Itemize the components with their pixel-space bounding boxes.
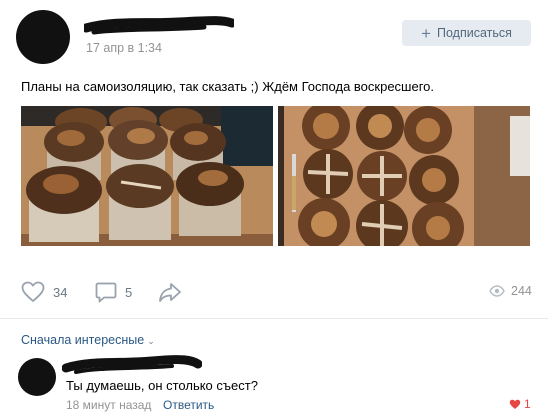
subscribe-button[interactable]: + Подписаться — [402, 20, 531, 46]
plus-icon: + — [421, 23, 432, 43]
comment-count: 5 — [125, 284, 133, 300]
post-timestamp[interactable]: 17 апр в 1:34 — [86, 41, 162, 55]
reply-link[interactable]: Ответить — [163, 398, 214, 412]
views-counter: 244 — [489, 284, 532, 298]
comment-text: Ты думаешь, он столько съест? — [66, 378, 258, 393]
eye-icon — [489, 285, 505, 297]
author-avatar[interactable] — [16, 10, 70, 64]
comment-timestamp[interactable]: 18 минут назад — [66, 398, 151, 412]
comment-like-button[interactable]: 1 — [509, 397, 531, 411]
like-button[interactable]: 34 — [21, 281, 67, 303]
post-photo-2[interactable] — [278, 106, 530, 246]
sort-label: Сначала интересные — [21, 333, 145, 347]
author-name-redacted — [84, 16, 234, 35]
heart-icon — [21, 281, 45, 302]
chevron-down-icon: ⌄ — [147, 335, 155, 346]
like-count: 34 — [53, 284, 68, 300]
heart-icon — [509, 399, 521, 409]
divider — [0, 318, 548, 319]
views-count: 244 — [511, 284, 532, 298]
commenter-name-redacted — [62, 355, 202, 374]
commenter-avatar[interactable] — [18, 358, 56, 396]
share-icon — [159, 283, 181, 302]
post-photo-1[interactable] — [21, 106, 273, 246]
comments-sort-dropdown[interactable]: Сначала интересные ⌄ — [21, 333, 155, 347]
comment-icon — [95, 282, 117, 303]
comment-button[interactable]: 5 — [95, 281, 132, 303]
subscribe-label: Подписаться — [437, 26, 512, 40]
share-button[interactable] — [158, 281, 182, 303]
post-card: 17 апр в 1:34 + Подписаться Планы на сам… — [0, 0, 548, 413]
comment-like-count: 1 — [524, 397, 531, 411]
post-text: Планы на самоизоляцию, так сказать ;) Жд… — [21, 79, 435, 94]
